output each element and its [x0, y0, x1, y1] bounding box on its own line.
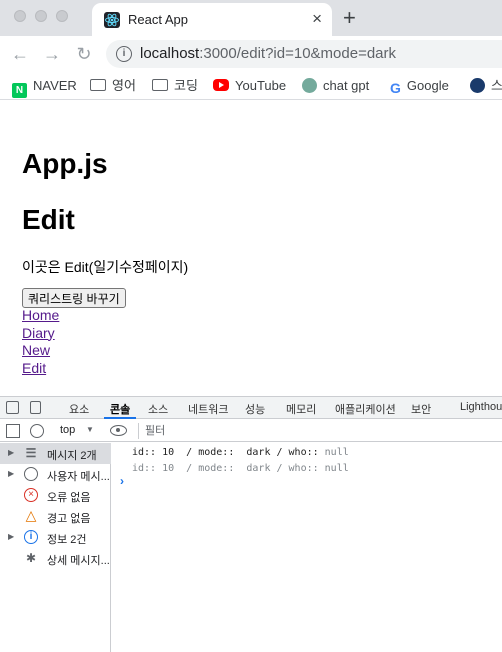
devtools-panel: 요소 콘솔 소스 네트워크 성능 메모리 애플리케이션 보안 Lighthous…: [0, 396, 502, 652]
sidebar-item-errors[interactable]: × 오류 없음: [0, 485, 111, 506]
page-viewport: App.js Edit 이곳은 Edit(일기수정페이지) 쿼리스트링 바꾸기 …: [0, 100, 502, 396]
avatar-icon: [470, 78, 485, 93]
link-home[interactable]: Home: [22, 307, 59, 325]
tab-network[interactable]: 네트워크: [188, 401, 228, 417]
sidebar-item-user-messages[interactable]: ▶ 사용자 메시...: [0, 464, 111, 485]
tab-performance[interactable]: 성능: [245, 401, 265, 417]
expand-arrow-icon[interactable]: ▶: [8, 448, 14, 457]
tab-title: React App: [128, 12, 188, 27]
context-select[interactable]: top: [60, 424, 75, 436]
user-icon: [24, 467, 38, 481]
bookmark-english-folder[interactable]: 영어: [90, 77, 136, 95]
eye-icon[interactable]: [110, 425, 127, 436]
expand-arrow-icon[interactable]: ▶: [8, 532, 14, 541]
forward-arrow-icon[interactable]: →: [40, 42, 64, 66]
edit-heading: Edit: [22, 204, 75, 235]
tab-application[interactable]: 애플리케이션: [335, 401, 396, 417]
console-filter-input[interactable]: [138, 423, 498, 439]
bookmark-naver[interactable]: N NAVER: [12, 77, 77, 98]
reload-icon[interactable]: ↻: [72, 42, 96, 66]
nav-links: Home Diary New Edit: [22, 307, 59, 377]
folder-icon: [90, 79, 106, 91]
chatgpt-icon: [302, 78, 317, 93]
minimize-window-button[interactable]: [35, 10, 47, 22]
browser-toolbar: ← → ↻ i localhost:3000/edit?id=10&mode=d…: [0, 36, 502, 72]
inspect-element-icon[interactable]: [6, 401, 19, 414]
app-heading: App.js: [22, 148, 108, 179]
console-output: id:: 10 / mode:: dark / who:: null id:: …: [112, 443, 502, 652]
devtools-tab-bar: 요소 콘솔 소스 네트워크 성능 메모리 애플리케이션 보안 Lighthous…: [0, 397, 502, 419]
close-window-button[interactable]: [14, 10, 26, 22]
sidebar-item-verbose[interactable]: ✱ 상세 메시지...: [0, 548, 111, 569]
tab-elements[interactable]: 요소: [69, 401, 89, 417]
bug-icon: ✱: [25, 551, 37, 565]
folder-icon: [152, 79, 168, 91]
google-icon: G: [390, 80, 401, 96]
console-log-line: id:: 10 / mode:: dark / who:: null: [132, 447, 349, 458]
maximize-window-button[interactable]: [56, 10, 68, 22]
naver-icon: N: [12, 83, 27, 98]
new-tab-button[interactable]: +: [343, 5, 356, 31]
link-new[interactable]: New: [22, 342, 59, 360]
bookmark-profile[interactable]: 스: [470, 77, 502, 95]
console-filter-bar: top ▼: [0, 420, 502, 442]
sidebar-toggle-icon[interactable]: [6, 424, 20, 438]
device-toolbar-icon[interactable]: [30, 401, 41, 414]
tab-lighthouse[interactable]: Lighthouse: [460, 401, 502, 413]
site-info-icon[interactable]: i: [116, 46, 132, 62]
tab-security[interactable]: 보안: [411, 401, 431, 417]
chevron-down-icon: ▼: [86, 425, 94, 434]
bookmark-coding-folder[interactable]: 코딩: [152, 77, 198, 95]
warning-icon: △: [25, 507, 37, 523]
link-diary[interactable]: Diary: [22, 325, 59, 343]
tab-close-icon[interactable]: ×: [312, 9, 322, 29]
expand-arrow-icon[interactable]: ▶: [8, 469, 14, 478]
address-bar[interactable]: i localhost:3000/edit?id=10&mode=dark: [106, 40, 502, 68]
sidebar-item-info[interactable]: ▶ i 정보 2건: [0, 527, 111, 548]
bookmark-youtube[interactable]: YouTube: [213, 77, 286, 95]
tab-memory[interactable]: 메모리: [286, 401, 316, 417]
change-querystring-button[interactable]: 쿼리스트링 바꾸기: [22, 288, 126, 308]
sidebar-item-messages[interactable]: ▶ ☰ 메시지 2개: [0, 443, 111, 464]
back-arrow-icon[interactable]: ←: [8, 42, 32, 66]
youtube-icon: [213, 79, 229, 91]
browser-tab[interactable]: React App ×: [92, 3, 332, 36]
console-prompt-icon[interactable]: ›: [120, 474, 124, 488]
bookmark-google[interactable]: G Google: [390, 77, 449, 96]
bookmark-chatgpt[interactable]: chat gpt: [302, 77, 369, 95]
info-icon: i: [24, 530, 38, 544]
active-tab-indicator: [104, 417, 136, 419]
bookmarks-bar: N NAVER 영어 코딩 YouTube chat gpt G Google 스: [0, 72, 502, 100]
tab-console[interactable]: 콘솔: [110, 401, 130, 417]
link-edit[interactable]: Edit: [22, 360, 59, 378]
window-titlebar: React App × +: [0, 0, 502, 36]
clear-console-icon[interactable]: [30, 424, 44, 438]
url-text: localhost:3000/edit?id=10&mode=dark: [140, 45, 397, 62]
tab-sources[interactable]: 소스: [148, 401, 168, 417]
page-description: 이곳은 Edit(일기수정페이지): [22, 259, 189, 275]
sidebar-item-warnings[interactable]: △ 경고 없음: [0, 506, 111, 527]
error-icon: ×: [24, 488, 38, 502]
console-sidebar: ▶ ☰ 메시지 2개 ▶ 사용자 메시... × 오류 없음 △ 경고 없음 ▶…: [0, 443, 111, 652]
console-log-line: id:: 10 / mode:: dark / who:: null: [132, 463, 349, 474]
list-icon: ☰: [25, 446, 37, 460]
react-favicon-icon: [104, 12, 120, 28]
